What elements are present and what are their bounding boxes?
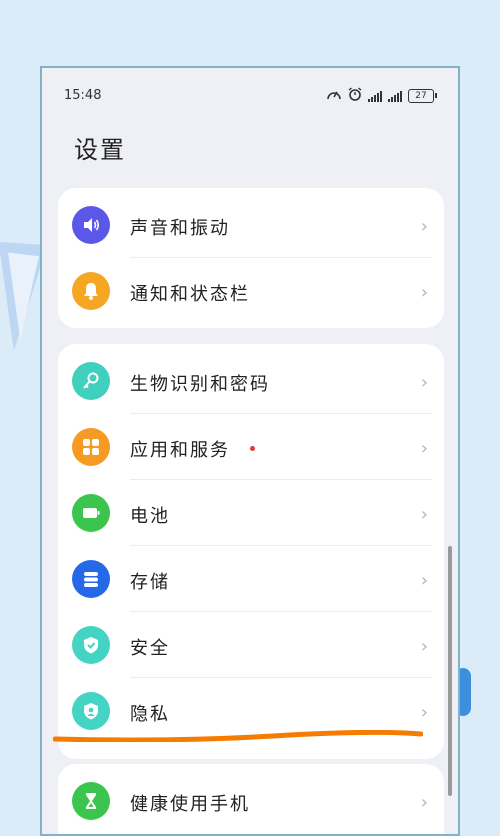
alarm-icon (348, 86, 362, 105)
chevron-right-icon: › (420, 792, 428, 813)
page-title: 设置 (74, 136, 126, 164)
settings-item-label: 健康使用手机 (130, 794, 250, 815)
settings-item-notifications[interactable]: 通知和状态栏 › (58, 258, 444, 324)
settings-item-storage[interactable]: 存储 › (58, 546, 444, 612)
chevron-right-icon: › (420, 282, 428, 303)
status-bar: 15:48 27 (42, 68, 458, 124)
chevron-right-icon: › (420, 372, 428, 393)
shield-icon (72, 626, 110, 664)
signal-2-icon (388, 90, 402, 102)
settings-item-battery[interactable]: 电池 › (58, 480, 444, 546)
battery-icon (72, 494, 110, 532)
settings-item-label: 隐私 (130, 704, 170, 725)
settings-group-1: 声音和振动 › 通知和状态栏 › (58, 188, 444, 328)
bell-icon (72, 272, 110, 310)
privacy-icon (72, 692, 110, 730)
speedometer-icon (326, 86, 342, 105)
settings-item-label: 生物识别和密码 (130, 374, 270, 395)
chevron-right-icon: › (420, 636, 428, 657)
settings-item-biometrics[interactable]: 生物识别和密码 › (58, 348, 444, 414)
notification-badge-dot (250, 446, 255, 451)
settings-item-label: 存储 (130, 572, 170, 593)
settings-item-apps[interactable]: 应用和服务 › (58, 414, 444, 480)
storage-icon (72, 560, 110, 598)
scrollbar[interactable] (448, 546, 452, 796)
chevron-right-icon: › (420, 438, 428, 459)
settings-item-label: 声音和振动 (130, 218, 230, 239)
battery-indicator: 27 (408, 88, 437, 103)
settings-group-2: 生物识别和密码 › 应用和服务 › 电池 › 存储 › 安全 › 隐私 › (58, 344, 444, 759)
status-time: 15:48 (64, 88, 102, 103)
chevron-right-icon: › (420, 216, 428, 237)
settings-item-sound[interactable]: 声音和振动 › (58, 192, 444, 258)
orange-highlight-stroke (53, 730, 423, 742)
status-icons: 27 (326, 86, 437, 105)
chevron-right-icon: › (420, 504, 428, 525)
settings-item-label: 应用和服务 (130, 440, 230, 461)
hourglass-icon (72, 782, 110, 820)
settings-item-label: 通知和状态栏 (130, 284, 250, 305)
settings-item-label: 电池 (130, 506, 170, 527)
apps-icon (72, 428, 110, 466)
settings-item-security[interactable]: 安全 › (58, 612, 444, 678)
settings-item-label: 安全 (130, 638, 170, 659)
chevron-right-icon: › (420, 702, 428, 723)
speaker-icon (72, 206, 110, 244)
chevron-right-icon: › (420, 570, 428, 591)
key-icon (72, 362, 110, 400)
phone-screen: 15:48 27 设置 声音和振动 › 通知和状态栏 › 生物识别和密码 › 应… (40, 66, 460, 836)
settings-item-digital-health[interactable]: 健康使用手机 › (58, 768, 444, 834)
signal-1-icon (368, 90, 382, 102)
settings-group-3: 健康使用手机 › (58, 764, 444, 834)
